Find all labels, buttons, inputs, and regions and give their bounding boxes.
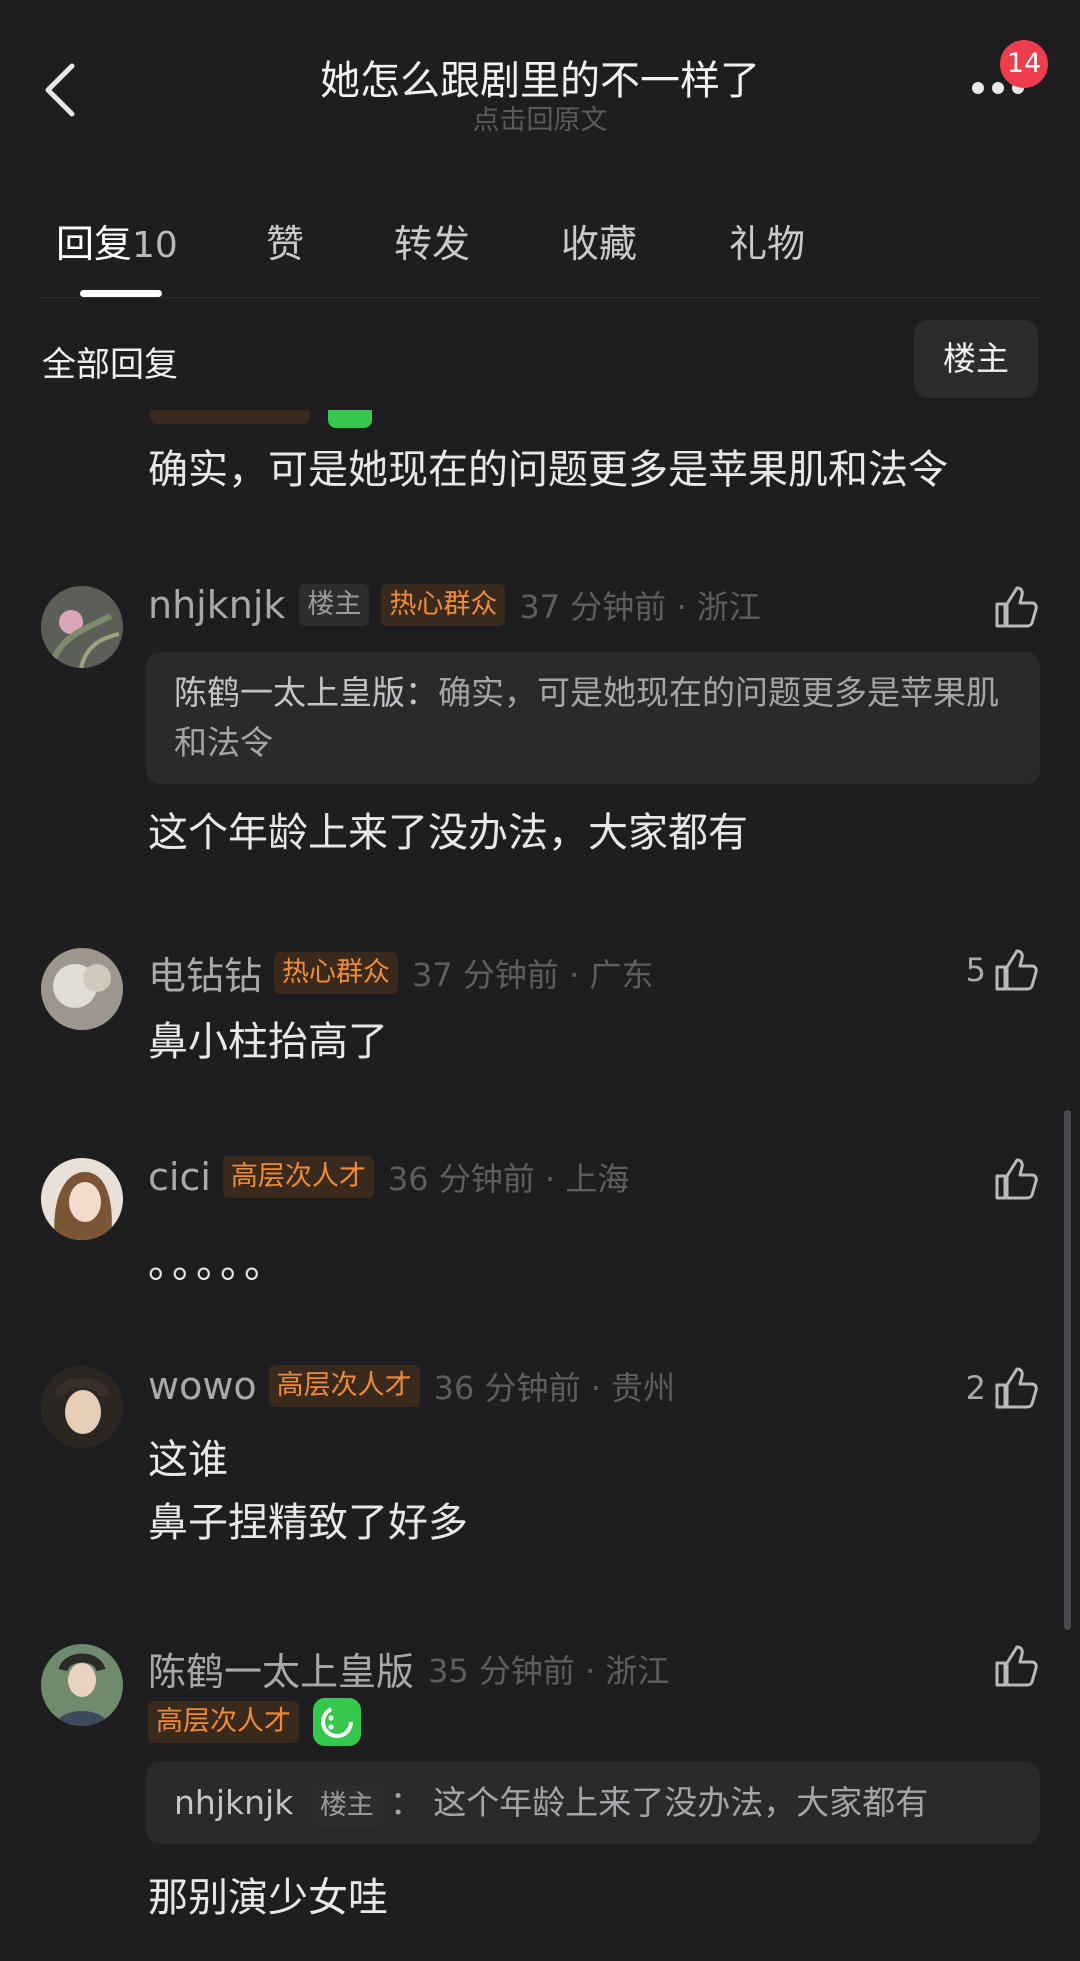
comment-text: 确实，可是她现在的问题更多是苹果肌和法令 [148, 447, 948, 493]
comment-meta: 36 分钟前 · 贵州 [433, 1369, 676, 1407]
username[interactable]: 电钻钻 [148, 945, 262, 1000]
comment-text: 鼻小柱抬高了 [148, 1019, 388, 1065]
like-button[interactable]: 5 [966, 947, 1038, 993]
tab-reposts[interactable]: 转发 [394, 213, 470, 268]
tab-gifts[interactable]: 礼物 [729, 213, 805, 268]
comment-text: 。。。。。 [148, 1241, 288, 1287]
thumbs-up-icon [995, 949, 1038, 991]
like-button[interactable]: 2 [966, 1365, 1038, 1411]
avatar[interactable] [41, 1158, 123, 1240]
section-title: 全部回复 [42, 345, 178, 385]
comment-meta: 35 分钟前 · 浙江 [428, 1651, 670, 1690]
quoted-text: ： 这个年龄上来了没办法，大家都有 [389, 1783, 929, 1822]
op-filter-button[interactable]: 楼主 [914, 320, 1038, 398]
username[interactable]: wowo [148, 1364, 257, 1408]
user-title-badge: 高层次人才 [268, 1365, 420, 1407]
like-button[interactable] [986, 1156, 1038, 1202]
comment-text: 这谁 [148, 1437, 228, 1483]
thumbs-up-icon [995, 586, 1038, 628]
like-count: 5 [965, 951, 986, 989]
like-count: 2 [965, 1369, 986, 1407]
tab-indicator [80, 290, 162, 297]
avatar[interactable] [41, 1644, 123, 1726]
scrollbar[interactable] [1064, 1110, 1071, 1630]
quoted-username: nhjknjk [174, 1783, 294, 1822]
comment-text: 这个年龄上来了没办法，大家都有 [148, 810, 748, 856]
avatar[interactable] [41, 1366, 123, 1448]
username[interactable]: nhjknjk [148, 583, 285, 627]
emoji-badge-icon [313, 1698, 361, 1746]
tab-likes[interactable]: 赞 [266, 213, 304, 268]
comment-header: nhjknjk 楼主 热心群众 37 分钟前 · 浙江 [148, 582, 761, 628]
tab-replies-label: 回复 [56, 222, 133, 266]
username[interactable]: cici [148, 1155, 211, 1199]
tab-replies[interactable]: 回复10 [56, 213, 178, 268]
tab-replies-count: 10 [132, 225, 178, 266]
quoted-reply[interactable]: 陈鹤一太上皇版：确实，可是她现在的问题更多是苹果肌和法令 [146, 652, 1040, 784]
user-title-badge: 热心群众 [381, 584, 506, 626]
thumbs-up-icon [995, 1367, 1038, 1409]
comment-header: 电钻钻 热心群众 37 分钟前 · 广东 [148, 945, 653, 1000]
avatar[interactable] [41, 586, 123, 668]
user-title-badge: 高层次人才 [222, 1156, 374, 1198]
comment-meta: 37 分钟前 · 广东 [412, 955, 654, 994]
notification-badge: 14 [1000, 40, 1048, 88]
user-title-badge: 高层次人才 [148, 1701, 299, 1743]
comment-header: 陈鹤一太上皇版 35 分钟前 · 浙江 [148, 1641, 669, 1696]
tab-favorites[interactable]: 收藏 [561, 213, 637, 268]
thumbs-up-icon [995, 1645, 1038, 1687]
divider [40, 297, 1040, 298]
user-badges: 高层次人才 [148, 1698, 361, 1746]
user-title-badge: 热心群众 [274, 951, 399, 994]
quoted-reply[interactable]: nhjknjk 楼主： 这个年龄上来了没办法，大家都有 [146, 1762, 1040, 1844]
comment-text: 那别演少女哇 [148, 1875, 388, 1921]
comment-meta: 36 分钟前 · 上海 [387, 1160, 630, 1198]
comment-meta: 37 分钟前 · 浙江 [519, 588, 761, 626]
thumbs-up-icon [995, 1158, 1038, 1200]
comment-text-line-2: 鼻子捏精致了好多 [148, 1500, 468, 1546]
like-button[interactable] [986, 584, 1038, 630]
op-badge: 楼主 [299, 584, 370, 626]
back-to-original-link[interactable]: 点击回原文 [0, 98, 1080, 137]
like-button[interactable] [986, 1643, 1038, 1689]
username[interactable]: 陈鹤一太上皇版 [148, 1641, 414, 1696]
green-badge-icon [328, 410, 372, 428]
comment-header: wowo 高层次人才 36 分钟前 · 贵州 [148, 1363, 675, 1409]
avatar[interactable] [41, 948, 123, 1030]
tag-remnant [150, 410, 310, 424]
op-badge: 楼主 [311, 1785, 382, 1827]
quoted-username: 陈鹤一太上皇版： [174, 673, 438, 712]
comment-header: cici 高层次人才 36 分钟前 · 上海 [148, 1154, 629, 1200]
